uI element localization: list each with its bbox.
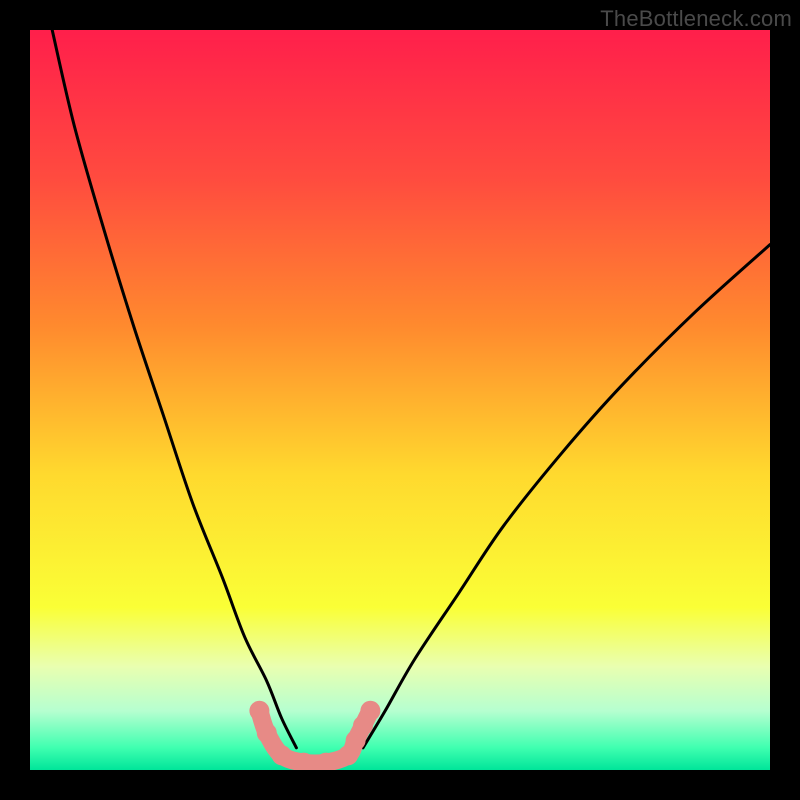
valley-dot [360,701,380,721]
plot-area [30,30,770,770]
valley-dot [257,723,277,743]
gradient-background [30,30,770,770]
valley-dot [249,701,269,721]
watermark-text: TheBottleneck.com [600,6,792,32]
chart-frame: TheBottleneck.com [0,0,800,800]
chart-svg [30,30,770,770]
valley-dot [272,745,292,765]
